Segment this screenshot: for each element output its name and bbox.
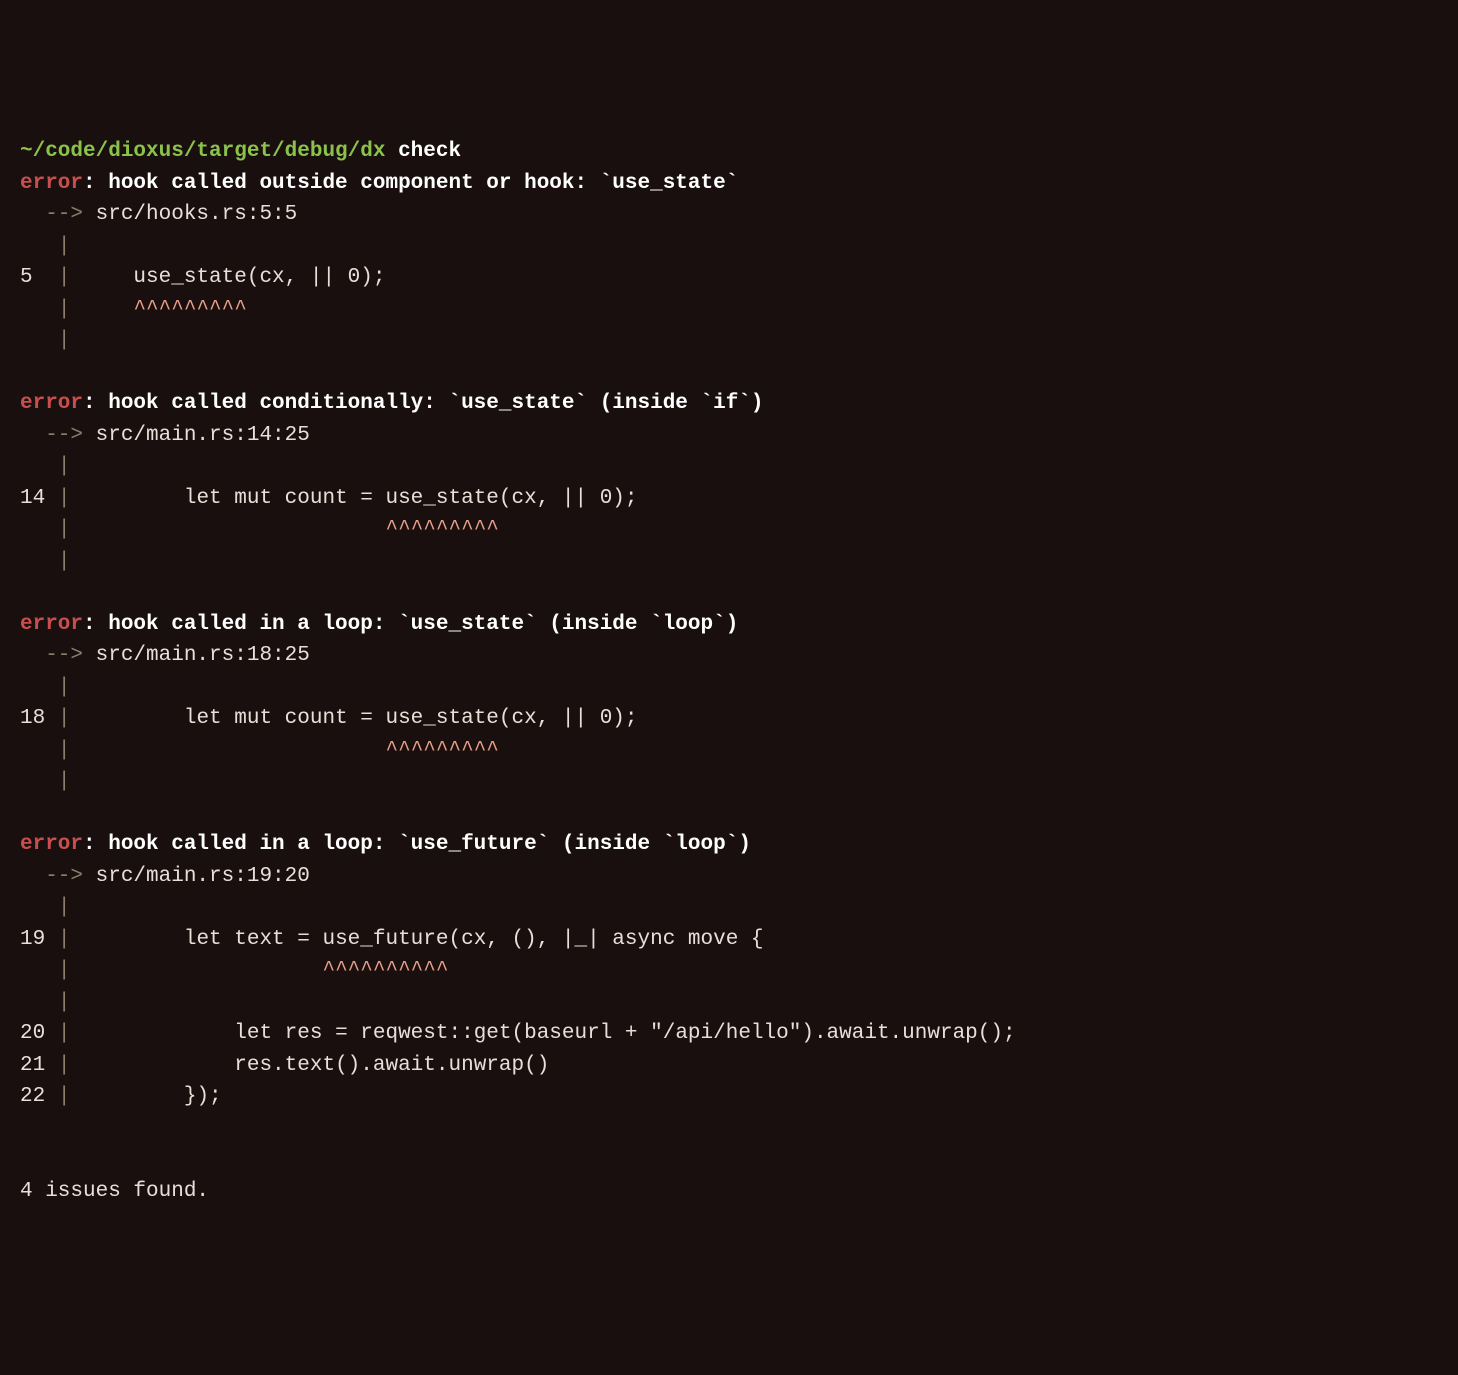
error-location: src/main.rs:19:20 <box>83 865 310 888</box>
gutter-pipe: | <box>58 266 71 289</box>
line-number: 14 <box>20 487 58 510</box>
line-number: 19 <box>20 928 58 951</box>
error-label: error <box>20 833 83 856</box>
error-caret: ^^^^^^^^^ <box>385 739 498 762</box>
error-caret: ^^^^^^^^^^ <box>322 959 448 982</box>
line-number <box>20 518 58 541</box>
line-number <box>20 991 58 1014</box>
gutter-pipe: | <box>58 928 71 951</box>
line-number <box>20 739 58 762</box>
code-line: let mut count = use_state(cx, || 0); <box>70 707 637 730</box>
line-number <box>20 676 58 699</box>
location-arrow: --> <box>20 644 83 667</box>
issues-summary: 4 issues found. <box>20 1180 209 1203</box>
location-arrow: --> <box>20 203 83 226</box>
gutter-pipe: | <box>58 550 71 573</box>
code-line <box>70 959 322 982</box>
error-caret: ^^^^^^^^^ <box>133 298 246 321</box>
code-line <box>70 739 385 762</box>
error-message: : hook called conditionally: `use_state`… <box>83 392 764 415</box>
gutter-pipe: | <box>58 707 71 730</box>
location-arrow: --> <box>20 424 83 447</box>
gutter-pipe: | <box>58 959 71 982</box>
gutter-pipe: | <box>58 455 71 478</box>
error-caret: ^^^^^^^^^ <box>385 518 498 541</box>
line-number <box>20 550 58 573</box>
code-line <box>70 298 133 321</box>
code-line: let text = use_future(cx, (), |_| async … <box>70 928 763 951</box>
code-line: let mut count = use_state(cx, || 0); <box>70 487 637 510</box>
gutter-pipe: | <box>58 1054 71 1077</box>
line-number <box>20 455 58 478</box>
line-number <box>20 770 58 793</box>
error-label: error <box>20 613 83 636</box>
code-line: let res = reqwest::get(baseurl + "/api/h… <box>70 1022 1015 1045</box>
gutter-pipe: | <box>58 896 71 919</box>
prompt-command: check <box>398 140 461 163</box>
gutter-pipe: | <box>58 676 71 699</box>
terminal-output: ~/code/dioxus/target/debug/dx check erro… <box>20 136 1438 1207</box>
line-number: 18 <box>20 707 58 730</box>
line-number <box>20 329 58 352</box>
error-location: src/main.rs:18:25 <box>83 644 310 667</box>
gutter-pipe: | <box>58 1085 71 1108</box>
code-line: use_state(cx, || 0); <box>70 266 385 289</box>
error-label: error <box>20 392 83 415</box>
error-location: src/hooks.rs:5:5 <box>83 203 297 226</box>
line-number <box>20 896 58 919</box>
gutter-pipe: | <box>58 991 71 1014</box>
prompt-path: ~/code/dioxus/target/debug/dx <box>20 140 385 163</box>
line-number: 21 <box>20 1054 58 1077</box>
code-line: res.text().await.unwrap() <box>70 1054 549 1077</box>
line-number <box>20 959 58 982</box>
gutter-pipe: | <box>58 770 71 793</box>
code-line: }); <box>70 1085 221 1108</box>
code-line <box>70 518 385 541</box>
line-number: 20 <box>20 1022 58 1045</box>
gutter-pipe: | <box>58 235 71 258</box>
gutter-pipe: | <box>58 487 71 510</box>
line-number: 22 <box>20 1085 58 1108</box>
line-number: 5 <box>20 266 58 289</box>
errors-container: error: hook called outside component or … <box>20 168 1438 1145</box>
error-message: : hook called in a loop: `use_state` (in… <box>83 613 738 636</box>
gutter-pipe: | <box>58 518 71 541</box>
gutter-pipe: | <box>58 739 71 762</box>
location-arrow: --> <box>20 865 83 888</box>
gutter-pipe: | <box>58 1022 71 1045</box>
gutter-pipe: | <box>58 298 71 321</box>
line-number <box>20 298 58 321</box>
error-label: error <box>20 172 83 195</box>
line-number <box>20 235 58 258</box>
error-message: : hook called in a loop: `use_future` (i… <box>83 833 751 856</box>
gutter-pipe: | <box>58 329 71 352</box>
error-location: src/main.rs:14:25 <box>83 424 310 447</box>
error-message: : hook called outside component or hook:… <box>83 172 738 195</box>
